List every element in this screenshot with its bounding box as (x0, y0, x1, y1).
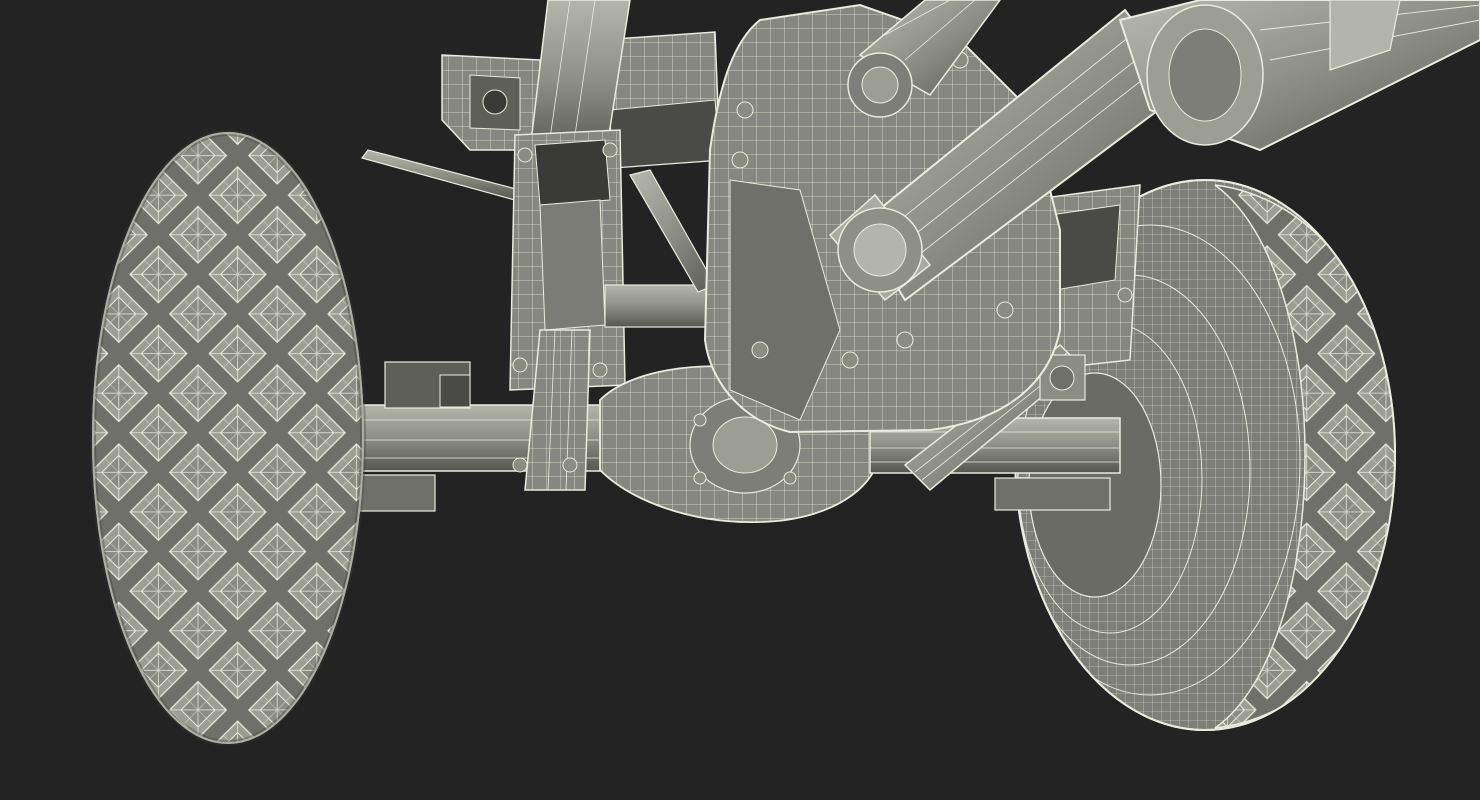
wireframe-render (0, 0, 1480, 800)
